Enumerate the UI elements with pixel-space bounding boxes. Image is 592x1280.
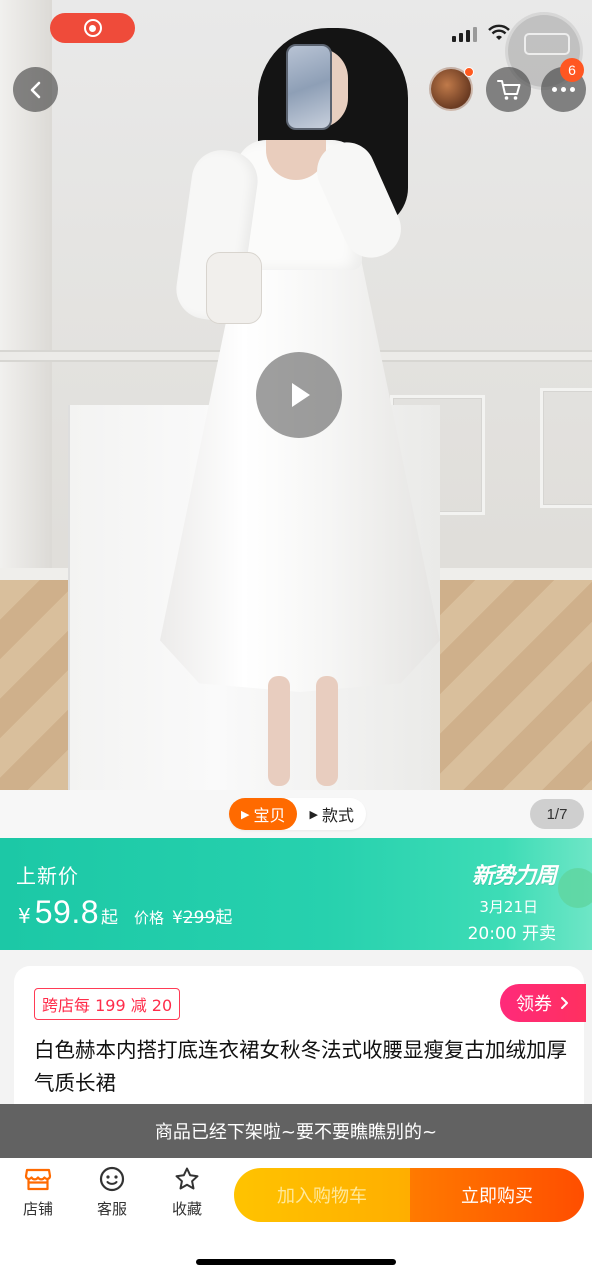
cart-button[interactable] — [486, 67, 531, 112]
tab-style-label: 款式 — [321, 806, 354, 825]
home-indicator[interactable] — [196, 1259, 396, 1265]
toast-message: 商品已经下架啦~要不要瞧瞧别的~ — [0, 1104, 592, 1158]
favorite-label: 收藏 — [171, 1200, 202, 1218]
price-row: ¥ 59.8 起 价格 ¥299起 — [18, 894, 232, 931]
record-icon — [83, 19, 102, 37]
add-to-cart-button[interactable]: 加入购物车 — [234, 1168, 410, 1222]
service-label: 客服 — [96, 1200, 127, 1218]
original-price-label: 价格 — [134, 909, 165, 927]
notification-dot — [464, 67, 474, 77]
play-icon — [292, 383, 310, 407]
chevron-right-icon — [561, 997, 568, 1009]
favorite-button[interactable]: 收藏 — [157, 1166, 217, 1219]
event-date: 3月21日 — [479, 898, 538, 916]
price-suffix: 起 — [101, 908, 119, 928]
tab-item-label: 宝贝 — [253, 806, 286, 825]
back-button[interactable] — [13, 67, 58, 112]
price-banner: 上新价 ¥ 59.8 起 价格 ¥299起 新势力周 3月21日 20:00 开… — [0, 838, 592, 950]
mascot-icon — [558, 868, 592, 908]
event-info: 新势力周 3月21日 20:00 开卖 — [467, 858, 557, 944]
coupon-label: 领券 — [516, 994, 552, 1015]
price-label: 上新价 — [16, 864, 79, 888]
product-title: 白色赫本内搭打底连衣裙女秋冬法式收腰显瘦复古加绒加厚气质长裙 — [34, 1038, 567, 1095]
store-icon — [24, 1168, 52, 1191]
signal-icon — [452, 26, 477, 42]
customer-service-button[interactable]: 客服 — [82, 1166, 142, 1219]
buy-now-button[interactable]: 立即购买 — [410, 1168, 584, 1222]
cart-icon — [496, 79, 520, 100]
currency-symbol: ¥ — [18, 904, 31, 928]
original-price: ¥299起 — [172, 903, 232, 928]
star-icon — [175, 1167, 199, 1190]
tab-style[interactable]: ▶ 款式 — [297, 798, 365, 830]
store-label: 店铺 — [22, 1200, 53, 1218]
screen-recording-indicator[interactable] — [50, 13, 135, 43]
original-price-value: 299 — [182, 908, 216, 928]
wall-molding — [540, 388, 592, 508]
product-info-card: 跨店每 199 减 20 领券 白色赫本内搭打底连衣裙女秋冬法式收腰显瘦复古加绒… — [14, 966, 586, 1116]
bottom-action-bar: 店铺 客服 收藏 加入购物车 立即购买 — [0, 1158, 592, 1242]
original-price-suffix: 起 — [215, 908, 233, 928]
play-triangle-icon: ▶ — [309, 807, 318, 821]
image-pager: 1/7 — [530, 799, 584, 829]
current-price: 59.8 — [34, 894, 100, 930]
purchase-button-group: 加入购物车 立即购买 — [234, 1168, 584, 1222]
more-dots-icon — [552, 87, 575, 92]
media-tab-bar: ▶ 宝贝 ▶ 款式 1/7 — [0, 790, 592, 838]
get-coupon-button[interactable]: 领券 — [500, 984, 586, 1022]
media-tabs: ▶ 宝贝 ▶ 款式 — [229, 798, 366, 830]
play-triangle-icon: ▶ — [241, 807, 250, 821]
service-icon — [99, 1166, 125, 1192]
back-arrow-icon — [30, 81, 40, 98]
event-logo: 新势力周 — [471, 864, 557, 889]
cart-count-badge: 6 — [560, 58, 584, 82]
original-currency: ¥ — [172, 908, 183, 928]
play-video-button[interactable] — [256, 352, 342, 438]
promo-tag[interactable]: 跨店每 199 减 20 — [34, 988, 181, 1020]
store-button[interactable]: 店铺 — [8, 1166, 68, 1219]
tab-item[interactable]: ▶ 宝贝 — [229, 798, 298, 830]
event-time: 20:00 开卖 — [467, 924, 556, 944]
